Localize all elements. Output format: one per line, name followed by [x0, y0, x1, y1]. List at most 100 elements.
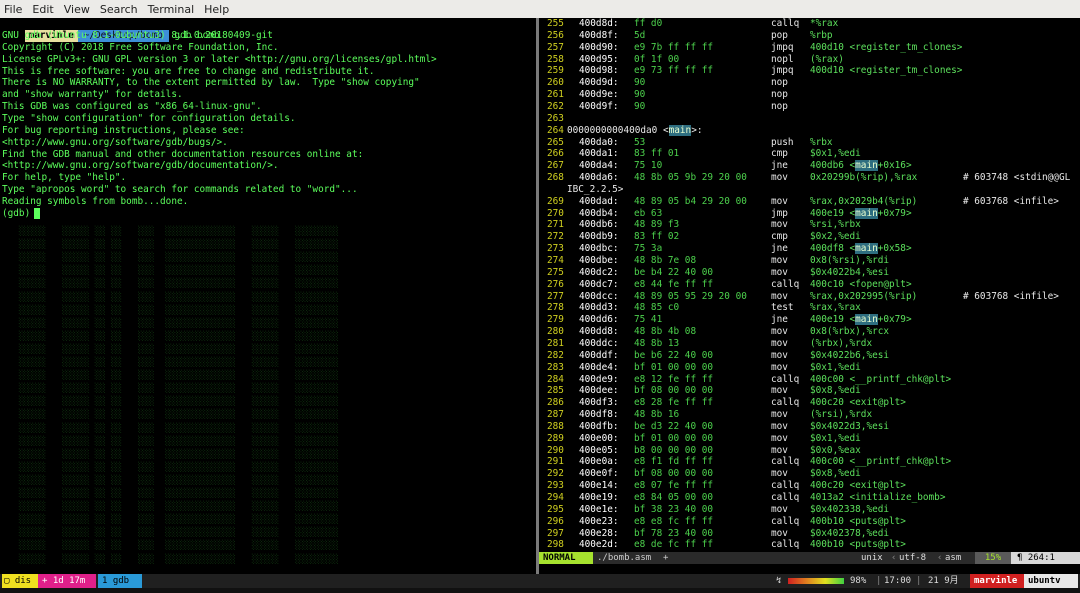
- asm-bytes: 48 89 f3: [634, 219, 680, 231]
- tmux-session-label: dis: [14, 576, 32, 586]
- asm-line-number: 255: [547, 18, 564, 29]
- asm-bytes: 48 8b 05 9b 29 20 00: [634, 172, 747, 183]
- ghost-row: ░░░░░ ░░░░░ ░░ ░░ ░░░ ░░░░░░░░░░░░░ ░░░░…: [8, 449, 339, 460]
- asm-comment: # 603748 <stdin@@GL: [963, 172, 1071, 183]
- asm-line-number: 283: [547, 361, 564, 373]
- ghost-row: ░░░░░ ░░░░░ ░░ ░░ ░░░ ░░░░░░░░░░░░░ ░░░░…: [8, 502, 339, 513]
- ghost-row: ░░░░░ ░░░░░ ░░ ░░ ░░░ ░░░░░░░░░░░░░ ░░░░…: [8, 266, 339, 277]
- asm-line-number: 279: [547, 314, 564, 326]
- asm-mnemonic: mov: [771, 172, 788, 183]
- asm-operand: 400b10 <puts@plt>: [810, 539, 906, 551]
- gdb-output-line: Copyright (C) 2018 Free Software Foundat…: [2, 42, 279, 54]
- ghost-row: ░░░░░ ░░░░░ ░░ ░░ ░░░ ░░░░░░░░░░░░░ ░░░░…: [8, 541, 339, 552]
- asm-bytes: 90: [634, 89, 646, 101]
- asm-operand: 400d10 <register_tm_clones>: [810, 41, 963, 53]
- ghost-row: ░░░░░ ░░░░░ ░░ ░░ ░░░ ░░░░░░░░░░░░░ ░░░░…: [8, 489, 339, 499]
- asm-operand: $0x4022d3,%esi: [810, 420, 890, 432]
- asm-operand: %rax,0x202995(%rip): [810, 290, 918, 302]
- menu-terminal[interactable]: Terminal: [144, 3, 201, 16]
- asm-line-number: 280: [547, 326, 564, 338]
- asm-address: 400e14:: [579, 480, 619, 492]
- asm-address: 400e05:: [579, 444, 619, 456]
- asm-line-number: 298: [547, 539, 564, 551]
- gdb-output-line: <http://www.gnu.org/software/gdb/bugs/>.: [2, 137, 228, 149]
- tmux-session-icon: ▢: [4, 576, 15, 586]
- asm-bytes: bf 78 23 40 00: [634, 527, 714, 539]
- asm-address: 400ddf:: [579, 349, 619, 361]
- asm-operand: (%rbx),%rdx: [810, 337, 873, 349]
- asm-mnemonic: jmpq: [771, 41, 794, 53]
- asm-line-number: 297: [547, 527, 564, 539]
- gdb-line-text: Reading symbols from bomb...done.: [2, 195, 189, 207]
- gdb-pane[interactable]: marvinle ~/Desktop/bomb gdb bomb GNU gdb …: [0, 18, 536, 574]
- gdb-prompt[interactable]: (gdb): [2, 207, 41, 220]
- asm-line-number: 286: [547, 397, 564, 409]
- gdb-line-text: For bug reporting instructions, please s…: [2, 124, 245, 136]
- asm-address: 400dc7:: [579, 278, 619, 290]
- asm-address: 400e0a:: [579, 456, 619, 468]
- menu-edit[interactable]: Edit: [28, 3, 59, 16]
- asm-mnemonic: cmp: [771, 148, 788, 160]
- ghost-row: ░░░░░ ░░░░░ ░░ ░░ ░░░ ░░░░░░░░░░░░░ ░░░░…: [8, 358, 339, 368]
- asm-address: 400dee:: [579, 385, 619, 397]
- ghost-row: ░░░░░ ░░░░░ ░░ ░░ ░░░ ░░░░░░░░░░░░░ ░░░░…: [8, 305, 339, 316]
- asm-bytes: eb 63: [634, 207, 663, 219]
- asm-mnemonic: test: [771, 302, 794, 314]
- tmux-session-dis[interactable]: ▢ dis: [2, 574, 38, 588]
- asm-line-number: 262: [547, 101, 564, 112]
- asm-operand: %rax,%rax: [810, 302, 861, 314]
- asm-bytes: 83 ff 01: [634, 148, 680, 160]
- asm-operand: %rbp: [810, 29, 833, 41]
- asm-bytes: e9 7b ff ff ff: [634, 41, 714, 53]
- asm-operand: $0x1,%edi: [810, 148, 861, 160]
- vim-percent: 15%: [975, 552, 1011, 564]
- asm-operand: 400c20 <exit@plt>: [810, 480, 906, 492]
- search-match: main: [855, 243, 878, 255]
- search-match: main: [855, 160, 878, 172]
- asm-line-number: 268: [547, 172, 564, 183]
- asm-address: 400de4:: [579, 361, 619, 373]
- tmux-window-gdb[interactable]: 1 gdb: [98, 574, 142, 588]
- asm-mnemonic: mov: [771, 527, 788, 539]
- asm-address: 400d8d:: [579, 18, 619, 29]
- ghost-row: ░░░░░ ░░░░░ ░░ ░░ ░░░ ░░░░░░░░░░░░░ ░░░░…: [8, 279, 339, 290]
- ghost-row: ░░░░░ ░░░░░ ░░ ░░ ░░░ ░░░░░░░░░░░░░ ░░░░…: [8, 331, 339, 342]
- asm-address: 400e00:: [579, 432, 619, 444]
- asm-bytes: bf 08 00 00 00: [634, 468, 714, 480]
- asm-address: 400e23:: [579, 515, 619, 527]
- asm-operand: 400e19 <main+0x79>: [810, 207, 912, 219]
- asm-bytes: 48 8b 7e 08: [634, 255, 697, 266]
- asm-operand: 400c10 <fopen@plt>: [810, 278, 912, 290]
- asm-mnemonic: mov: [771, 503, 788, 515]
- menu-file[interactable]: File: [0, 3, 28, 16]
- asm-bytes: e8 44 fe ff ff: [634, 278, 714, 290]
- asm-line-number: 289: [547, 432, 564, 444]
- asm-line-number: 295: [547, 503, 564, 515]
- asm-line-number: 258: [547, 53, 564, 65]
- asm-line-number: 285: [547, 385, 564, 397]
- ghost-row: ░░░░░ ░░░░░ ░░ ░░ ░░░ ░░░░░░░░░░░░░ ░░░░…: [8, 292, 339, 303]
- asm-line-number: 294: [547, 492, 564, 503]
- tmux-uptime: + 1d 17m: [38, 574, 96, 588]
- asm-operand: $0x2,%edi: [810, 231, 861, 243]
- search-match: main: [668, 124, 692, 136]
- asm-operand: 400db6 <main+0x16>: [810, 160, 912, 172]
- asm-address: 400da4:: [579, 160, 619, 172]
- asm-address: 400ddc:: [579, 337, 619, 349]
- asm-bytes: 75 3a: [634, 243, 663, 255]
- tmux-statusbar: ▢ dis + 1d 17m 1 gdb ↯ 98% | 17:00 | 21 …: [0, 574, 1080, 588]
- menu-view[interactable]: View: [60, 3, 96, 16]
- vim-encoding: utf-8: [899, 553, 927, 563]
- vim-filetype: asm: [945, 553, 962, 563]
- asm-mnemonic: push: [771, 136, 794, 148]
- vim-asm-pane[interactable]: 255 400d8d: ff d0 callq *%rax 256 400d8f: 5d pop…: [539, 18, 1080, 552]
- asm-bytes: 53: [634, 136, 646, 148]
- gdb-line-text: <http://www.gnu.org/software/gdb/documen…: [2, 160, 279, 172]
- menu-search[interactable]: Search: [96, 3, 144, 16]
- gdb-line-text: and "show warranty" for details.: [2, 89, 183, 101]
- asm-line-number: 281: [547, 337, 564, 349]
- asm-operand: 0x8(%rsi),%rdi: [810, 255, 890, 266]
- menu-help[interactable]: Help: [200, 3, 235, 16]
- asm-line-number: 288: [547, 420, 564, 432]
- gdb-output-line: <http://www.gnu.org/software/gdb/documen…: [2, 160, 279, 172]
